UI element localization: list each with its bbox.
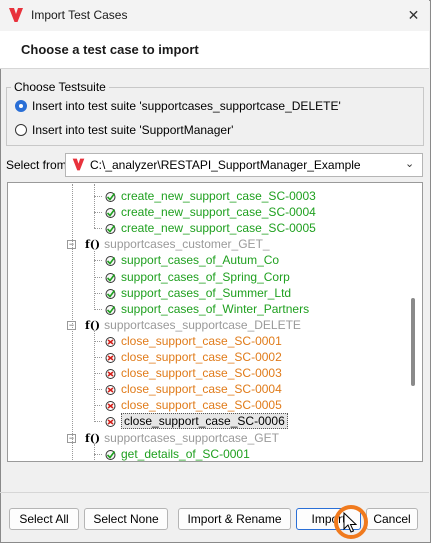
testcase-bug-icon [105, 385, 116, 396]
select-from-value: C:\_analyzer\RESTAPI_SupportManager_Exam… [90, 158, 361, 172]
tree-connector [94, 421, 102, 422]
tree-testcase-label: close_support_case_SC-0006 [121, 413, 288, 429]
radio-testsuite-delete-label[interactable]: Insert into test suite 'supportcases_sup… [32, 99, 341, 113]
tree-connector [94, 454, 102, 455]
chevron-down-icon[interactable]: ⌄ [405, 157, 414, 170]
testcase-check-icon [105, 256, 116, 267]
tree-connector [94, 405, 102, 406]
app-logo-icon [72, 158, 85, 171]
testcase-check-icon [105, 273, 116, 284]
testcase-check-icon [105, 192, 116, 203]
window-title: Import Test Cases [31, 8, 128, 22]
tree-connector [94, 196, 102, 197]
footer-separator [0, 492, 429, 493]
tree-testcase-label: close_support_case_SC-0001 [121, 334, 282, 348]
select-all-button[interactable]: Select All [9, 508, 79, 530]
tree-testcase-node[interactable]: support_cases_of_Winter_Partners [104, 301, 309, 317]
testcase-bug-icon [105, 401, 116, 412]
tree-connector [94, 389, 102, 390]
tree-connector [94, 212, 102, 213]
tree-connector [94, 260, 102, 261]
cancel-button[interactable]: Cancel [366, 508, 418, 530]
tree-guide-line [72, 184, 73, 462]
tree-testcase-node[interactable]: create_new_support_case_SC-0003 [104, 188, 316, 204]
tree-connector [94, 277, 102, 278]
tree-suite-label: supportcases_supportcase_GET [104, 431, 279, 445]
header-title: Choose a test case to import [21, 42, 199, 57]
tree-connector [94, 357, 102, 358]
tree-testcase-node[interactable]: close_support_case_SC-0005 [104, 397, 282, 413]
select-from-label: Select from [6, 158, 67, 172]
close-button[interactable]: ✕ [398, 0, 429, 31]
tree-testcase-node[interactable]: close_support_case_SC-0001 [104, 333, 282, 349]
radio-testsuite-delete[interactable] [15, 100, 27, 112]
tree-testcase-node[interactable]: close_support_case_SC-0006 [104, 413, 288, 429]
tree-testcase-node[interactable]: support_cases_of_Summer_Ltd [104, 285, 291, 301]
tree-connector [94, 341, 102, 342]
tree-testcase-label: create_new_support_case_SC-0004 [121, 205, 316, 219]
tree-testcase-node[interactable]: close_support_case_SC-0003 [104, 365, 282, 381]
tree-guide-line [94, 331, 95, 420]
tree-testcase-label: create_new_support_case_SC-0005 [121, 221, 316, 235]
tree-suite-label: supportcases_supportcase_DELETE [104, 318, 301, 332]
tree-testcase-label: get_details_of_SC-0001 [121, 447, 250, 461]
tree-suite-node[interactable]: − f() supportcases_supportcase_GET [67, 430, 279, 446]
testcase-check-icon [105, 289, 116, 300]
tree-connector [94, 309, 102, 310]
testcase-bug-icon [105, 337, 116, 348]
tree-suite-node[interactable]: − f() supportcases_supportcase_DELETE [67, 317, 301, 333]
tree-testcase-node[interactable]: get_details_of_SC-0001 [104, 446, 250, 462]
tree-testcase-label: close_support_case_SC-0004 [121, 382, 282, 396]
function-icon: f() [85, 432, 101, 445]
mouse-cursor-icon [343, 512, 357, 533]
tree-testcase-label: create_new_support_case_SC-0003 [121, 189, 316, 203]
tree-testcase-node[interactable]: create_new_support_case_SC-0005 [104, 220, 316, 236]
tree-testcase-label: support_cases_of_Spring_Corp [121, 270, 290, 284]
testcase-bug-icon [105, 417, 116, 428]
function-icon: f() [85, 238, 101, 251]
testcase-check-icon [105, 208, 116, 219]
radio-testsuite-supportmanager[interactable] [15, 124, 27, 136]
radio-testsuite-supportmanager-label[interactable]: Insert into test suite 'SupportManager' [32, 123, 233, 137]
select-none-button[interactable]: Select None [84, 508, 168, 530]
tree-testcase-label: support_cases_of_Winter_Partners [121, 302, 310, 316]
tree-testcase-label: close_support_case_SC-0005 [121, 398, 282, 412]
testcase-check-icon [105, 224, 116, 235]
testcase-bug-icon [105, 353, 116, 364]
tree-suite-label: supportcases_customer_GET_ [104, 237, 270, 251]
tree-scrollbar-thumb[interactable] [411, 298, 415, 386]
tree-guide-line [94, 251, 95, 308]
testsuite-group-label: Choose Testsuite [11, 80, 109, 94]
tree-testcase-node[interactable]: support_cases_of_Autum_Co [104, 252, 279, 268]
tree-testcase-label: support_cases_of_Summer_Ltd [121, 286, 292, 300]
testcase-check-icon [105, 450, 116, 461]
tree-testcase-label: close_support_case_SC-0002 [121, 350, 282, 364]
import-rename-button[interactable]: Import & Rename [178, 508, 291, 530]
tree-guide-line [94, 184, 95, 228]
testcase-check-icon [105, 305, 116, 316]
tree-testcase-label: support_cases_of_Autum_Co [121, 253, 280, 267]
tree-connector [94, 373, 102, 374]
tree-suite-node[interactable]: − f() supportcases_customer_GET_ [67, 236, 270, 252]
tree-connector [94, 228, 102, 229]
testcase-bug-icon [105, 369, 116, 380]
tree-testcase-node[interactable]: create_new_support_case_SC-0004 [104, 204, 316, 220]
tree-testcase-node[interactable]: close_support_case_SC-0004 [104, 381, 282, 397]
tree-testcase-node[interactable]: support_cases_of_Spring_Corp [104, 269, 290, 285]
function-icon: f() [85, 319, 101, 332]
tree-guide-line [94, 444, 95, 460]
tree-testcase-node[interactable]: close_support_case_SC-0002 [104, 349, 282, 365]
tree-connector [94, 293, 102, 294]
tree-testcase-label: close_support_case_SC-0003 [121, 366, 282, 380]
app-logo-icon [9, 8, 23, 22]
testsuite-group [6, 87, 424, 146]
